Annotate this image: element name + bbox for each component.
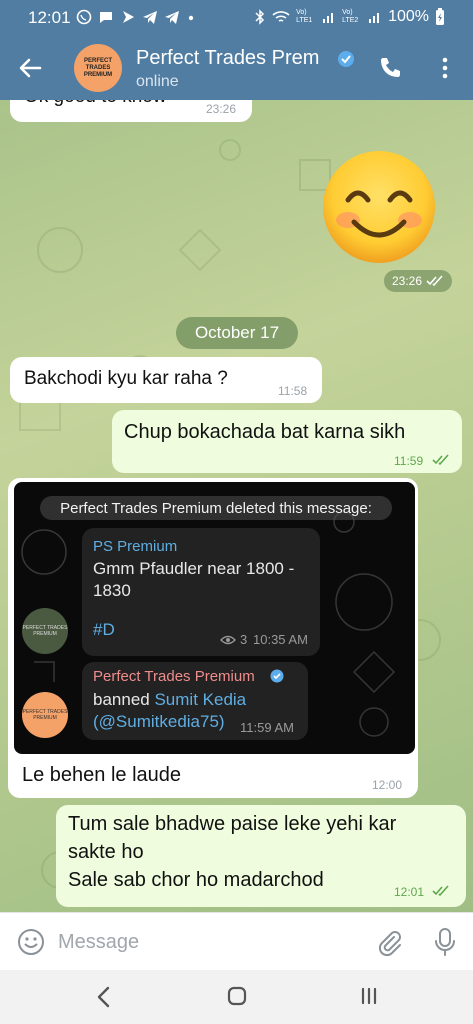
volte-lte2-icon: Vo) LTE2 bbox=[342, 9, 359, 24]
microphone-icon[interactable] bbox=[430, 926, 460, 958]
sticker-smiling-face[interactable] bbox=[320, 148, 438, 266]
play-icon bbox=[123, 11, 134, 23]
ban-time: 11:59 AM bbox=[240, 720, 294, 735]
dot-icon bbox=[188, 15, 194, 21]
battery-charging-icon bbox=[436, 8, 444, 25]
chat-history[interactable]: Ok good to know 23:26 23:26 October 17 bbox=[0, 100, 473, 912]
chat-avatar[interactable]: PERFECT TRADES PREMIUM bbox=[74, 44, 122, 92]
nav-recent-apps-icon[interactable] bbox=[357, 984, 381, 1008]
nav-back-icon[interactable] bbox=[92, 984, 116, 1010]
forward-tag: #D bbox=[93, 620, 115, 639]
message-icon bbox=[100, 12, 112, 23]
message-time: 23:26 bbox=[206, 102, 237, 116]
message-composer bbox=[0, 912, 473, 970]
wifi-icon bbox=[272, 11, 290, 22]
ban-line: banned Sumit Kedia bbox=[93, 690, 246, 710]
forwarded-message-bubble: PS Premium Gmm Pfaudler near 1800 - 1830… bbox=[82, 528, 320, 656]
ban-sender: Perfect Trades Premium bbox=[93, 668, 255, 685]
avatar-logo-text: PERFECT TRADES PREMIUM bbox=[22, 709, 68, 721]
volte-lte1-icon: Vo) LTE1 bbox=[296, 9, 313, 24]
ban-action: banned bbox=[93, 690, 150, 709]
photo-caption: Le behen le laude bbox=[22, 764, 182, 786]
view-count: 3 bbox=[220, 632, 247, 647]
message-text-line-1: Tum sale bhadwe paise leke yehi kar bbox=[68, 813, 397, 835]
channel-avatar: PERFECT TRADES PREMIUM bbox=[22, 608, 68, 654]
chat-status: online bbox=[136, 73, 179, 90]
embedded-screenshot[interactable]: Perfect Trades Premium deleted this mess… bbox=[14, 482, 415, 754]
message-outgoing[interactable]: Tum sale bhadwe paise leke yehi kar sakt… bbox=[56, 805, 466, 907]
verified-badge-icon bbox=[338, 51, 354, 67]
avatar-logo-text: PERFECT TRADES PREMIUM bbox=[22, 625, 68, 637]
message-time: 11:58 bbox=[278, 384, 308, 398]
emoji-icon[interactable] bbox=[16, 927, 46, 957]
system-nav-bar bbox=[0, 970, 473, 1024]
back-arrow-icon[interactable] bbox=[14, 52, 46, 84]
forward-sender: PS Premium bbox=[93, 538, 178, 555]
deleted-message-note: Perfect Trades Premium deleted this mess… bbox=[40, 496, 392, 520]
message-time: 12:01 bbox=[394, 885, 425, 899]
message-time: 12:00 bbox=[372, 778, 403, 792]
signal-icon bbox=[323, 13, 334, 23]
double-check-icon bbox=[426, 275, 443, 287]
double-check-icon bbox=[432, 454, 449, 466]
sticker-meta: 23:26 bbox=[384, 270, 452, 292]
notification-icons bbox=[76, 9, 196, 25]
message-incoming[interactable]: Ok good to know 23:26 bbox=[10, 100, 252, 122]
avatar-logo-text: PERFECT TRADES PREMIUM bbox=[83, 57, 113, 78]
message-incoming[interactable]: Bakchodi kyu kar raha ? 11:58 bbox=[10, 357, 322, 403]
view-count-value: 3 bbox=[240, 632, 248, 647]
status-time: 12:01 bbox=[28, 8, 71, 27]
banned-user-link: Sumit Kedia bbox=[154, 690, 247, 709]
message-text: Chup bokachada bat karna sikh bbox=[124, 421, 406, 443]
bluetooth-icon bbox=[255, 9, 265, 25]
message-time: 23:26 bbox=[391, 274, 423, 288]
forward-time: 10:35 AM bbox=[253, 632, 308, 647]
chat-header: PERFECT TRADES PREMIUM Perfect Trades Pr… bbox=[0, 36, 473, 100]
message-time: 11:59 bbox=[394, 454, 424, 468]
whatsapp-icon bbox=[76, 9, 92, 25]
telegram-icon bbox=[165, 11, 179, 24]
message-incoming-photo[interactable]: Perfect Trades Premium deleted this mess… bbox=[8, 478, 418, 798]
more-vertical-icon[interactable] bbox=[434, 54, 456, 82]
date-separator: October 17 bbox=[176, 317, 298, 349]
status-bar: 12:01 Vo) LTE1 Vo) LTE2 100% bbox=[0, 0, 473, 36]
nav-home-icon[interactable] bbox=[225, 984, 249, 1008]
forward-text: Gmm Pfaudler near 1800 - 1830 bbox=[93, 559, 295, 600]
verified-badge-icon bbox=[270, 669, 284, 683]
eye-icon bbox=[220, 635, 236, 644]
ban-username-line: (@Sumitkedia75) bbox=[93, 712, 225, 732]
smiling-face-emoji-icon bbox=[323, 151, 435, 263]
attach-paperclip-icon[interactable] bbox=[374, 927, 404, 957]
ban-message-bubble: Perfect Trades Premium banned Sumit Kedi… bbox=[82, 662, 308, 740]
battery-percent: 100% bbox=[388, 8, 429, 25]
message-text-line-3: Sale sab chor ho madarchod bbox=[68, 869, 324, 891]
message-text-line-2: sakte ho bbox=[68, 841, 144, 863]
telegram-icon bbox=[143, 11, 157, 24]
message-outgoing[interactable]: Chup bokachada bat karna sikh 11:59 bbox=[112, 410, 462, 473]
message-input[interactable] bbox=[58, 927, 358, 957]
double-check-icon bbox=[432, 885, 449, 897]
system-icons: Vo) LTE1 Vo) LTE2 100% bbox=[254, 8, 445, 26]
signal-icon bbox=[369, 13, 380, 23]
sender-avatar: PERFECT TRADES PREMIUM bbox=[22, 692, 68, 738]
chat-title[interactable]: Perfect Trades Prem bbox=[136, 47, 332, 70]
banned-username: (@Sumitkedia75) bbox=[93, 712, 225, 731]
message-text: Bakchodi kyu kar raha ? bbox=[24, 368, 228, 389]
phone-call-icon[interactable] bbox=[376, 54, 404, 82]
message-text: Ok good to know bbox=[24, 100, 167, 108]
